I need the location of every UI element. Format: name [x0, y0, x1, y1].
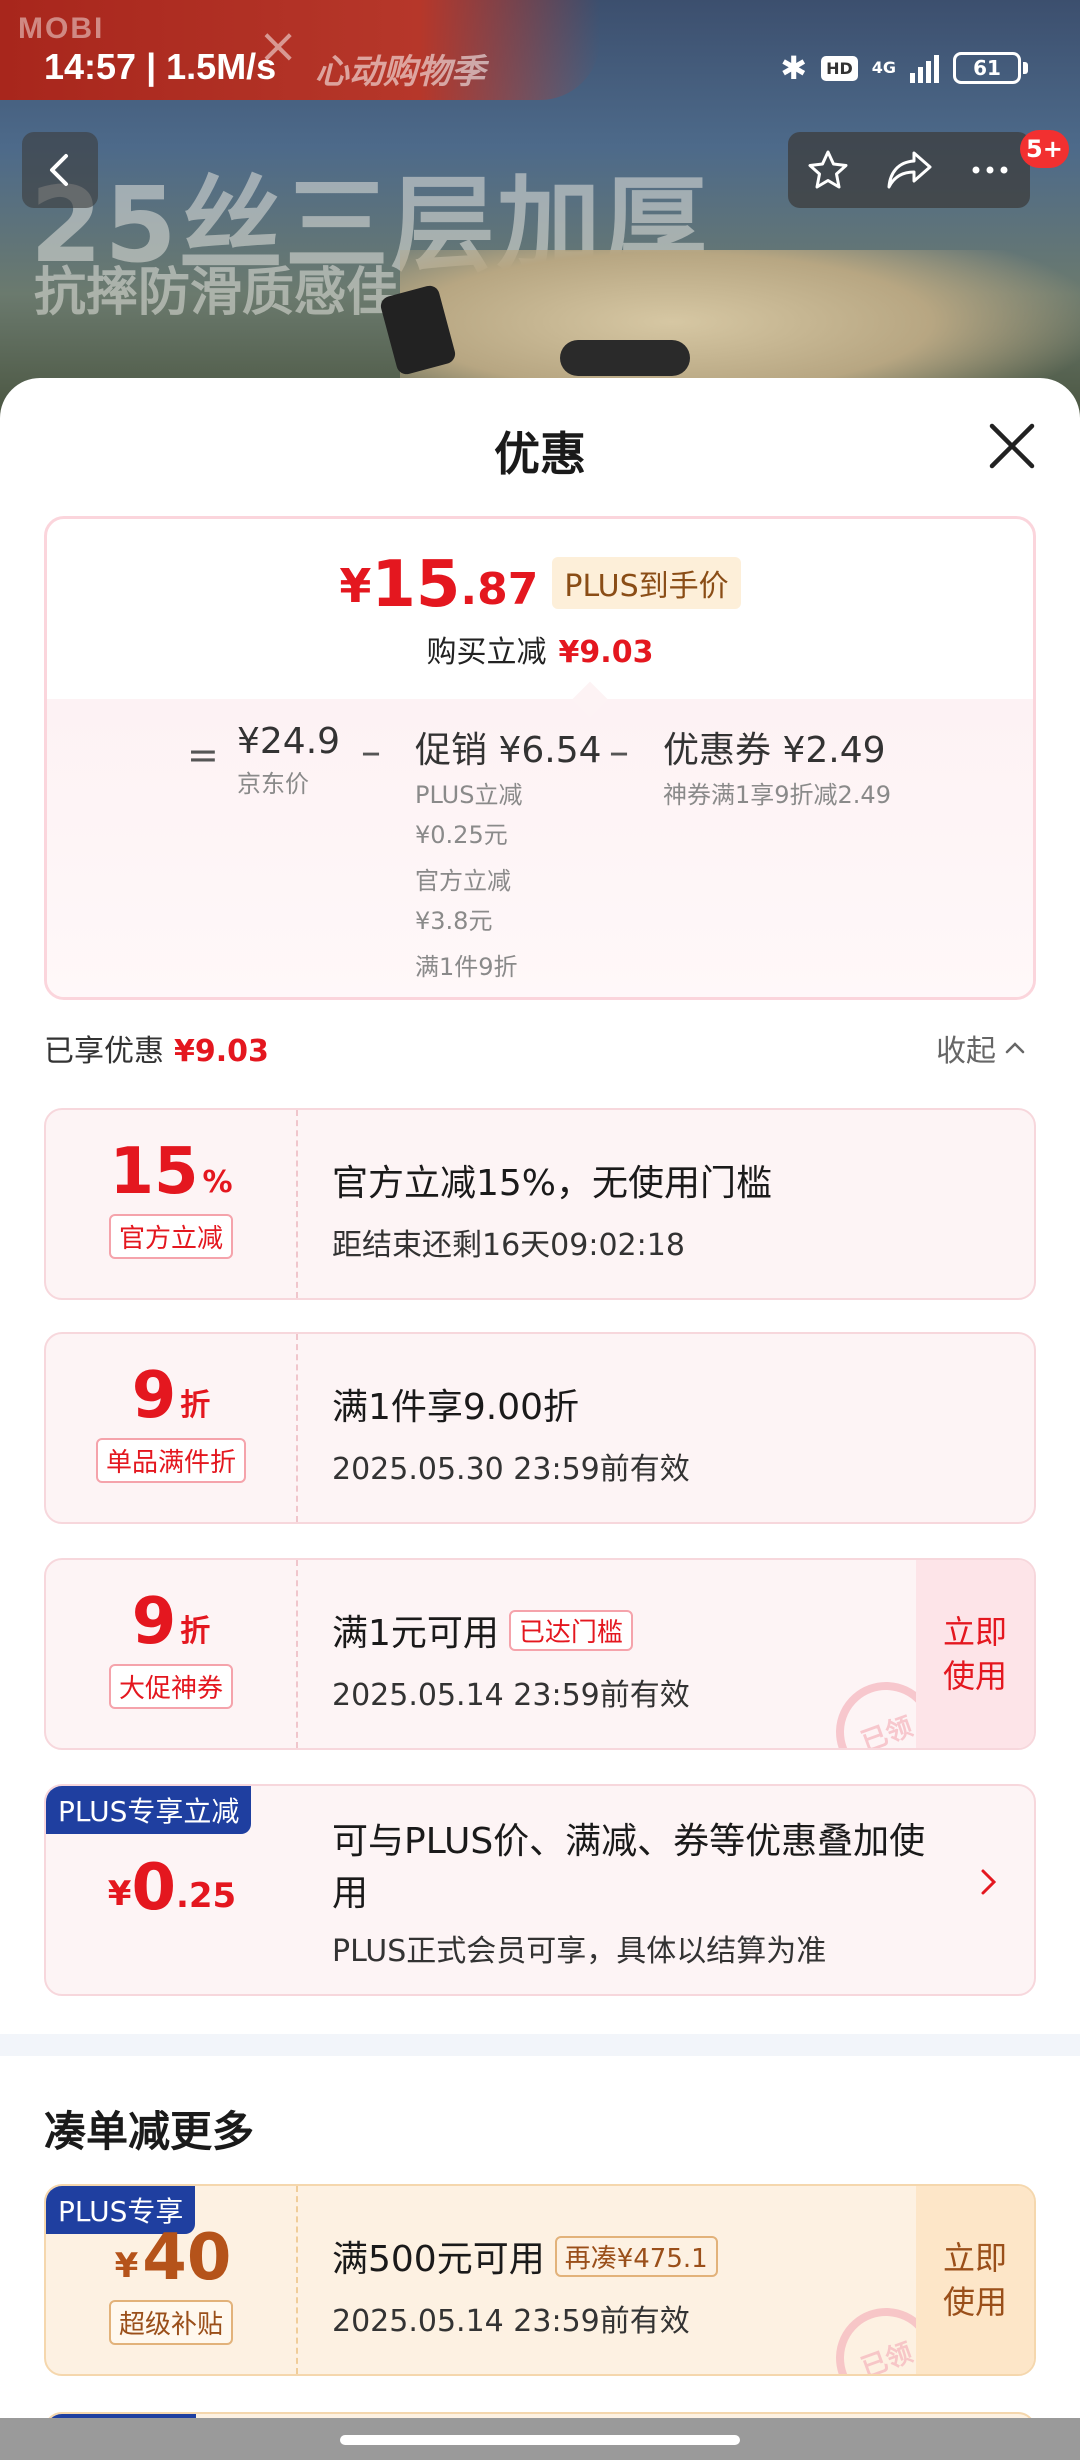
more-icon[interactable]	[967, 147, 1013, 193]
discount-sheet: 优惠 ¥ 15 .87 PLUS到手价 购买立减 ¥9.03 = ¥24.9 京东…	[0, 378, 1080, 2418]
coupon-value-area: 15 % 官方立减	[46, 1110, 298, 1298]
coupon-value-area: 9 折 单品满件折	[46, 1334, 298, 1522]
product-grip	[560, 340, 690, 376]
coupon-col: 优惠券 ¥2.49 神券满1享9折减2.49	[663, 721, 891, 813]
coupon-tag: 单品满件折	[95, 1438, 246, 1483]
coupon-value: 9	[131, 1359, 177, 1433]
coupon-total: 优惠券 ¥2.49	[663, 730, 886, 771]
final-price: ¥ 15 .87 PLUS到手价	[47, 519, 1033, 617]
plus-price-tag: PLUS到手价	[552, 557, 741, 609]
share-icon[interactable]	[884, 147, 934, 193]
bluetooth-icon: ✱	[780, 49, 808, 87]
jd-price-label: 京东价	[237, 770, 309, 798]
use-now-label: 立即使用	[942, 1613, 1007, 1695]
chevron-right-icon	[981, 1869, 997, 1895]
collapse-button[interactable]: 收起	[936, 1026, 1026, 1070]
plus-value: ¥ 0 .25	[46, 1856, 298, 1920]
price-integer: 15	[371, 548, 461, 622]
message-badge: 5+	[1020, 130, 1069, 168]
threshold-met-badge: 已达门槛	[508, 1609, 633, 1651]
enjoyed-discount: 已享优惠 ¥9.03	[44, 1026, 269, 1070]
status-icons: ✱ HD 4G 61	[780, 48, 1028, 88]
coupon-title: 满1件享9.00折	[332, 1387, 580, 1428]
promo-line: ¥0.25元	[415, 821, 508, 849]
coupon-value: 9	[131, 1585, 177, 1659]
close-icon[interactable]	[982, 416, 1042, 476]
coupon-validity: 2025.05.14 23:59前有效	[332, 2304, 690, 2339]
coupon-promo-voucher[interactable]: 9 折 大促神券 满1元可用 已达门槛 2025.05.14 23:59前有效 …	[44, 1558, 1036, 1750]
currency-symbol: ¥	[339, 559, 372, 613]
plus-value-integer: 0	[131, 1851, 176, 1925]
hero-subline: 抗摔防滑质感佳	[34, 263, 399, 323]
coupon-tag: 官方立减	[108, 1214, 233, 1259]
coupon-title: 满1元可用	[332, 1613, 499, 1654]
enjoyed-label: 已享优惠	[44, 1034, 164, 1069]
coupon-value: 40	[142, 2221, 232, 2295]
hd-icon: HD	[821, 55, 858, 81]
back-button[interactable]	[22, 132, 98, 208]
promo-total: 促销 ¥6.54	[415, 730, 602, 771]
promo-line: ¥3.8元	[415, 907, 493, 935]
coupon-tag: 大促神券	[108, 1664, 233, 1709]
battery-level: 61	[953, 52, 1021, 84]
star-icon[interactable]	[805, 147, 851, 193]
coupon-desc: 神券满1享9折减2.49	[663, 781, 891, 809]
status-bar: 14:57 | 1.5M/s ✱ HD 4G 61	[0, 0, 1080, 130]
nav-actions	[788, 132, 1030, 208]
coupon-official-cut[interactable]: 15 % 官方立减 官方立减15%，无使用门槛 距结束还剩16天09:02:18	[44, 1108, 1036, 1300]
sheet-title: 优惠	[494, 427, 586, 481]
minus-sign: –	[609, 729, 629, 775]
price-summary-card: ¥ 15 .87 PLUS到手价 购买立减 ¥9.03 = ¥24.9 京东价 –…	[44, 516, 1036, 1000]
status-time: 14:57 | 1.5M/s	[44, 46, 277, 87]
currency-symbol: ¥	[107, 1874, 132, 1914]
promo-line: 满1件9折	[415, 953, 518, 981]
section-divider	[0, 2034, 1080, 2056]
coupon-super-subsidy[interactable]: PLUS专享 ¥ 40 超级补贴 满500元可用 再凑¥475.1 2025.0…	[44, 2184, 1036, 2376]
coupon-title: 官方立减15%，无使用门槛	[332, 1163, 773, 1204]
cut-value: ¥9.03	[558, 635, 654, 670]
plus-subtitle: PLUS正式会员可享，具体以结算为准	[332, 1934, 827, 1969]
coupon-unit: %	[202, 1165, 233, 1200]
jd-price: ¥24.9	[237, 721, 341, 762]
plus-exclusive-cut[interactable]: PLUS专享立减 ¥ 0 .25 可与PLUS价、满减、券等优惠叠加使用 PLU…	[44, 1784, 1036, 1996]
coupon-validity: 2025.05.14 23:59前有效	[332, 1678, 690, 1713]
coupon-tag: 超级补贴	[108, 2300, 233, 2345]
chevron-up-icon	[1005, 1042, 1025, 1054]
coupon-validity: 2025.05.30 23:59前有效	[332, 1452, 690, 1487]
add-more-badge: 再凑¥475.1	[554, 2235, 718, 2277]
section-title: 凑单减更多	[44, 2107, 255, 2156]
jd-price-col: ¥24.9 京东价	[237, 721, 340, 802]
coupon-item-discount[interactable]: 9 折 单品满件折 满1件享9.00折 2025.05.30 23:59前有效	[44, 1332, 1036, 1524]
promo-line: 官方立减	[415, 867, 511, 895]
plus-label: PLUS专享立减	[46, 1786, 252, 1834]
cut-label: 购买立减	[426, 635, 547, 670]
minus-sign: –	[361, 729, 381, 775]
battery-icon: 61	[953, 52, 1028, 84]
home-indicator[interactable]	[340, 2435, 740, 2445]
equals-sign: =	[187, 733, 219, 777]
use-now-button[interactable]: 立即使用	[916, 1560, 1034, 1748]
coupon-unit: 折	[180, 1388, 211, 1423]
purchase-cut: 购买立减 ¥9.03	[47, 627, 1033, 671]
price-breakdown: = ¥24.9 京东价 – 促销 ¥6.54 PLUS立减 ¥0.25元 官方立…	[47, 699, 1033, 997]
chevron-left-icon	[50, 154, 68, 186]
promo-line: PLUS立减	[415, 781, 523, 809]
plus-value-decimal: .25	[175, 1876, 237, 1916]
promo-col: 促销 ¥6.54 PLUS立减 ¥0.25元 官方立减 ¥3.8元 满1件9折	[415, 721, 602, 985]
plus-title: 可与PLUS价、满减、券等优惠叠加使用	[332, 1821, 926, 1914]
coupon-value-area: ¥ 40 超级补贴	[46, 2186, 298, 2374]
currency-symbol: ¥	[114, 2246, 139, 2286]
collapse-label: 收起	[936, 1034, 996, 1069]
enjoyed-value: ¥9.03	[174, 1034, 269, 1069]
use-now-label: 立即使用	[942, 2239, 1007, 2321]
coupon-value: 15	[109, 1135, 199, 1209]
coupon-value-area: 9 折 大促神券	[46, 1560, 298, 1748]
coupon-countdown: 距结束还剩16天09:02:18	[332, 1228, 685, 1263]
price-decimal: .87	[460, 564, 539, 615]
coupon-title: 满500元可用	[332, 2239, 545, 2280]
signal-icon	[910, 53, 939, 83]
coupon-unit: 折	[180, 1614, 211, 1649]
use-now-button[interactable]: 立即使用	[916, 2186, 1034, 2374]
network-type: 4G	[871, 58, 896, 77]
